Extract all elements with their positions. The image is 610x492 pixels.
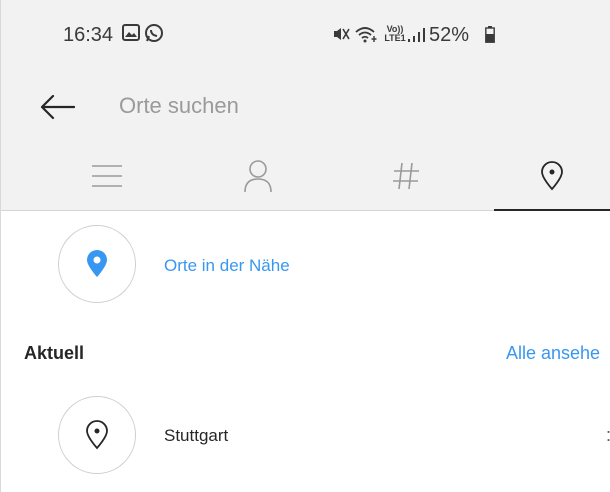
status-bar: 16:34 Vo)) LTE1 52% [1,0,610,70]
menu-icon [92,165,122,187]
battery-icon [485,26,495,48]
signal-icon [408,28,426,47]
tab-accounts[interactable] [199,142,317,210]
volte-label: Vo)) LTE1 [384,24,406,43]
remove-icon[interactable]: : [606,425,610,446]
place-icon-circle [58,396,136,474]
user-icon [244,160,272,193]
tab-places[interactable] [493,142,610,210]
recent-section-title: Aktuell [24,343,85,363]
nearby-places-row[interactable]: Orte in der Nähe [58,225,608,305]
wifi-icon [354,26,378,48]
gallery-icon [122,24,140,46]
tab-tags[interactable] [347,142,465,210]
search-header [1,70,610,211]
whatsapp-icon [144,23,164,48]
back-arrow-icon [40,94,76,120]
active-tab-indicator [494,209,610,211]
status-time: 16:34 [63,24,114,46]
location-pin-filled-icon [87,250,107,277]
search-input[interactable] [119,90,499,122]
mute-icon [332,26,350,47]
nearby-places-label: Orte in der Nähe [164,256,290,275]
see-all-link[interactable]: Alle ansehe [506,343,600,364]
tab-top[interactable] [48,142,166,210]
back-button[interactable] [39,92,76,122]
search-tabs [1,142,610,211]
app-screen: 16:34 Vo)) LTE1 52% Orte suchen Orte in … [0,0,610,492]
place-name: Stuttgart [164,426,229,445]
hashtag-icon [393,162,419,190]
battery-percentage: 52% [429,24,470,46]
nearby-icon-circle [58,225,136,303]
location-pin-icon [541,161,563,191]
location-pin-icon [86,420,108,450]
list-item[interactable]: Stuttgart : [58,396,610,476]
